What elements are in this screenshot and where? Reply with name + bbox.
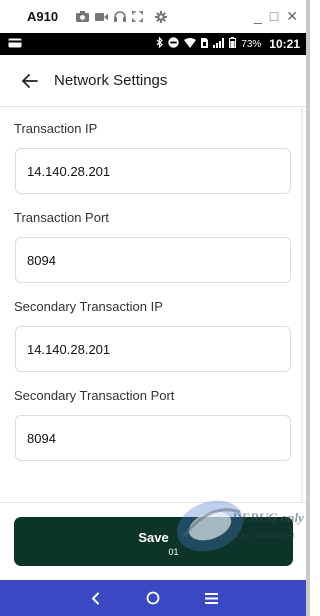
emulator-title-bar: A910 _ □ ✕ [0,0,306,33]
settings-icon[interactable] [155,10,168,23]
nav-home-button[interactable] [143,588,163,608]
secondary-transaction-ip-label: Secondary Transaction IP [14,299,163,314]
card-icon [8,35,22,53]
transaction-port-input[interactable]: 8094 [15,237,291,283]
transaction-ip-input[interactable]: 14.140.28.201 [15,148,291,194]
signal-icon [213,37,225,51]
secondary-transaction-ip-input[interactable]: 14.140.28.201 [15,326,291,372]
camera-icon[interactable] [76,11,90,22]
circle-home-icon [146,591,160,605]
window-controls: _ □ ✕ [254,8,298,24]
back-button[interactable] [16,67,44,95]
nav-menu-button[interactable] [201,588,221,608]
battery-percent: 73% [241,38,262,50]
menu-icon [204,592,218,604]
arrow-left-icon [22,73,38,88]
nav-back-button[interactable] [85,588,105,608]
sim-icon [201,37,209,51]
footer-divider [0,502,306,503]
save-button-label: Save [138,530,169,545]
window-edge [306,0,310,616]
status-icons: 73% 10:21 [156,33,300,55]
status-bar: 73% 10:21 [0,33,306,55]
emulator-toolbar [76,10,168,23]
dnd-icon [168,37,179,51]
save-button-sublabel: 01 [168,547,179,557]
transaction-ip-label: Transaction IP [14,121,98,136]
scrollbar[interactable] [301,108,303,502]
chevron-left-icon [91,592,99,604]
bluetooth-icon [156,36,164,51]
headset-icon[interactable] [114,11,127,22]
emulator-title: A910 [27,9,59,24]
navigation-bar [0,580,306,616]
wifi-icon [184,37,197,51]
status-clock: 10:21 [269,37,300,51]
emulator-window: A910 _ □ ✕ 73% 10:21 Network Settings Tr… [0,0,310,616]
fullscreen-icon[interactable] [132,11,144,22]
transaction-port-label: Transaction Port [14,210,109,225]
video-icon[interactable] [95,12,109,22]
close-button[interactable]: ✕ [286,8,298,24]
battery-icon [229,37,237,51]
secondary-transaction-port-label: Secondary Transaction Port [14,388,175,403]
secondary-transaction-port-input[interactable]: 8094 [15,415,291,461]
save-button[interactable]: Save 01 [14,517,293,566]
page-title: Network Settings [54,72,168,89]
settings-form: Transaction IP 14.140.28.201 Transaction… [0,108,306,502]
minimize-button[interactable]: _ [254,8,262,24]
app-bar: Network Settings [0,55,306,107]
maximize-button[interactable]: □ [270,8,278,24]
